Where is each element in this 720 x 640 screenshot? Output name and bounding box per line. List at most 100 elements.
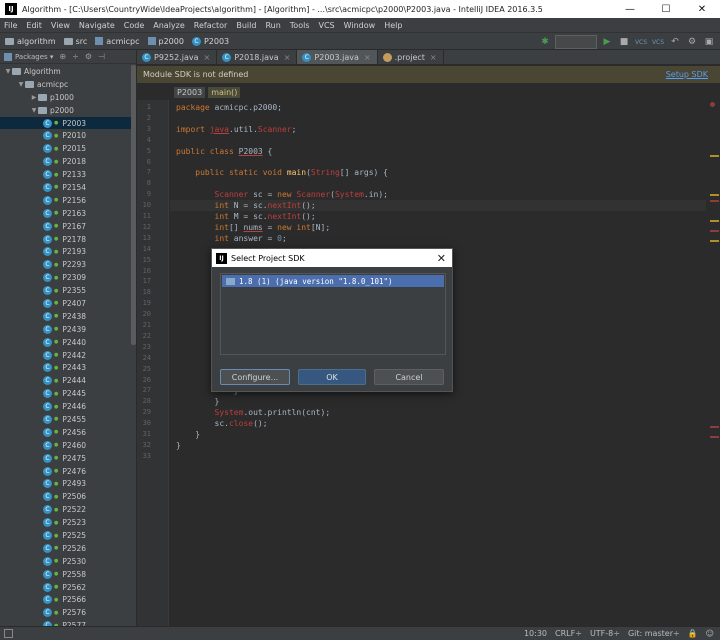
- code-line[interactable]: [170, 135, 706, 146]
- file-encoding[interactable]: UTF-8÷: [590, 629, 620, 638]
- tree-item-class[interactable]: C ● P2460: [0, 439, 131, 452]
- code-crumb-method[interactable]: main(): [208, 86, 241, 98]
- menu-file[interactable]: File: [4, 21, 17, 30]
- tree-item-class[interactable]: C ● P2003: [0, 116, 131, 130]
- tree-item-class[interactable]: C ● P2443: [0, 361, 131, 374]
- menu-build[interactable]: Build: [236, 21, 256, 30]
- maximize-button[interactable]: ☐: [648, 0, 684, 18]
- menu-view[interactable]: View: [51, 21, 70, 30]
- code-line[interactable]: int answer = 0;: [170, 233, 706, 244]
- tree-item-class[interactable]: C ● P2178: [0, 233, 131, 246]
- tree-item-class[interactable]: C ● P2442: [0, 349, 131, 362]
- tree-item-class[interactable]: C ● P2133: [0, 168, 131, 181]
- tree-item-class[interactable]: C ● P2154: [0, 181, 131, 194]
- run-icon[interactable]: ▶: [600, 35, 614, 49]
- error-marker[interactable]: [710, 200, 719, 202]
- close-window-button[interactable]: ✕: [684, 0, 720, 18]
- code-line[interactable]: }: [170, 396, 706, 407]
- warning-marker[interactable]: [710, 194, 719, 196]
- undo-icon[interactable]: ↶: [668, 35, 682, 49]
- minimize-button[interactable]: —: [612, 0, 648, 18]
- error-indicator-icon[interactable]: [710, 102, 715, 107]
- tree-item-class[interactable]: C ● P2309: [0, 271, 131, 284]
- editor-tab[interactable]: C P2018.java ×: [217, 50, 298, 64]
- tree-item-module[interactable]: ▼ Algorithm: [0, 65, 131, 78]
- tree-item-class[interactable]: C ● P2476: [0, 465, 131, 478]
- code-line[interactable]: import java.util.Scanner;: [170, 124, 706, 135]
- git-branch[interactable]: Git: master÷: [628, 629, 680, 638]
- breadcrumb-src[interactable]: src: [63, 37, 87, 46]
- tree-item-class[interactable]: C ● P2576: [0, 606, 131, 619]
- tree-item-class[interactable]: C ● P2015: [0, 142, 131, 155]
- settings-icon[interactable]: ⚙: [685, 35, 699, 49]
- tree-item-class[interactable]: C ● P2293: [0, 258, 131, 271]
- collapse-icon[interactable]: ÷: [72, 52, 79, 61]
- close-tab-icon[interactable]: ×: [204, 53, 211, 62]
- warning-marker[interactable]: [710, 155, 719, 157]
- tree-item-class[interactable]: C ● P2522: [0, 503, 131, 516]
- target-icon[interactable]: ⊕: [59, 52, 66, 61]
- code-line[interactable]: [170, 157, 706, 168]
- ok-button[interactable]: OK: [298, 369, 366, 385]
- close-tab-icon[interactable]: ×: [430, 53, 437, 62]
- editor-tab[interactable]: C P2003.java ×: [297, 50, 378, 64]
- run-configuration-dropdown[interactable]: [555, 35, 597, 49]
- warning-marker[interactable]: [710, 240, 719, 242]
- breadcrumb-project[interactable]: algorithm: [5, 37, 56, 46]
- tree-item-class[interactable]: C ● P2523: [0, 516, 131, 529]
- tree-item-class[interactable]: C ● P2163: [0, 207, 131, 220]
- tree-item-class[interactable]: C ● P2455: [0, 413, 131, 426]
- code-line[interactable]: int N = sc.nextInt();: [170, 200, 706, 212]
- code-line[interactable]: public static void main(String[] args) {: [170, 167, 706, 178]
- breadcrumb-package-p2000[interactable]: p2000: [147, 37, 184, 46]
- sdk-list-item[interactable]: 1.8 (1) (java version "1.8.0_101"): [222, 275, 444, 287]
- close-tab-icon[interactable]: ×: [364, 53, 371, 62]
- tree-item-class[interactable]: C ● P2407: [0, 297, 131, 310]
- collapsed-arrow-icon[interactable]: ▶: [30, 94, 38, 101]
- error-marker[interactable]: [710, 230, 719, 232]
- code-line[interactable]: System.out.println(cnt);: [170, 407, 706, 418]
- vcs-commit-icon[interactable]: VCS: [651, 35, 665, 49]
- code-line[interactable]: }: [170, 440, 706, 451]
- error-marker[interactable]: [710, 436, 719, 438]
- tree-item-class[interactable]: C ● P2167: [0, 220, 131, 233]
- tree-item-class[interactable]: C ● P2444: [0, 374, 131, 387]
- vcs-update-icon[interactable]: VCS: [634, 35, 648, 49]
- editor-tab[interactable]: C P9252.java ×: [137, 50, 218, 64]
- tree-item-class[interactable]: C ● P2438: [0, 310, 131, 323]
- tree-item-class[interactable]: C ● P2562: [0, 581, 131, 594]
- hector-inspector-icon[interactable]: ☺: [706, 629, 714, 638]
- code-crumb-class[interactable]: P2003: [174, 86, 206, 98]
- tree-item-class[interactable]: C ● P2475: [0, 452, 131, 465]
- cancel-button[interactable]: Cancel: [374, 369, 444, 385]
- sdk-list[interactable]: 1.8 (1) (java version "1.8.0_101"): [220, 273, 446, 355]
- tree-item-package[interactable]: ▼ acmicpc: [0, 78, 131, 91]
- project-scrollbar[interactable]: [131, 65, 136, 345]
- expanded-arrow-icon[interactable]: ▼: [4, 68, 12, 75]
- settings-icon[interactable]: ⚙: [85, 52, 92, 61]
- tree-item-class[interactable]: C ● P2445: [0, 387, 131, 400]
- editor-gutter[interactable]: 1 2 3 4 5 6 7 8 9 10 11 12 13 14 15 16 17 18 19 20 21 22 23 24 2…: [137, 100, 169, 626]
- code-line[interactable]: }: [170, 429, 706, 440]
- code-line[interactable]: sc.close();: [170, 418, 706, 429]
- code-line[interactable]: Scanner sc = new Scanner(System.in);: [170, 189, 706, 200]
- caret-position[interactable]: 10:30: [524, 629, 547, 638]
- tree-item-package[interactable]: ▼ p2000: [0, 104, 131, 117]
- tree-item-class[interactable]: C ● P2525: [0, 529, 131, 542]
- tree-item-class[interactable]: C ● P2010: [0, 129, 131, 142]
- setup-sdk-link[interactable]: Setup SDK: [666, 70, 708, 79]
- tool-windows-toggle-icon[interactable]: [4, 629, 13, 638]
- configure-button[interactable]: Configure...: [220, 369, 290, 385]
- menu-run[interactable]: Run: [265, 21, 280, 30]
- save-icon[interactable]: ▣: [702, 35, 716, 49]
- breadcrumb-class[interactable]: C P2003: [191, 36, 229, 46]
- menu-analyze[interactable]: Analyze: [153, 21, 185, 30]
- menu-window[interactable]: Window: [344, 21, 376, 30]
- tree-item-class[interactable]: C ● P2193: [0, 245, 131, 258]
- tree-item-class[interactable]: C ● P2558: [0, 568, 131, 581]
- menu-tools[interactable]: Tools: [290, 21, 310, 30]
- menu-vcs[interactable]: VCS: [319, 21, 335, 30]
- menu-code[interactable]: Code: [124, 21, 144, 30]
- warning-marker[interactable]: [710, 220, 719, 222]
- tree-item-class[interactable]: C ● P2446: [0, 400, 131, 413]
